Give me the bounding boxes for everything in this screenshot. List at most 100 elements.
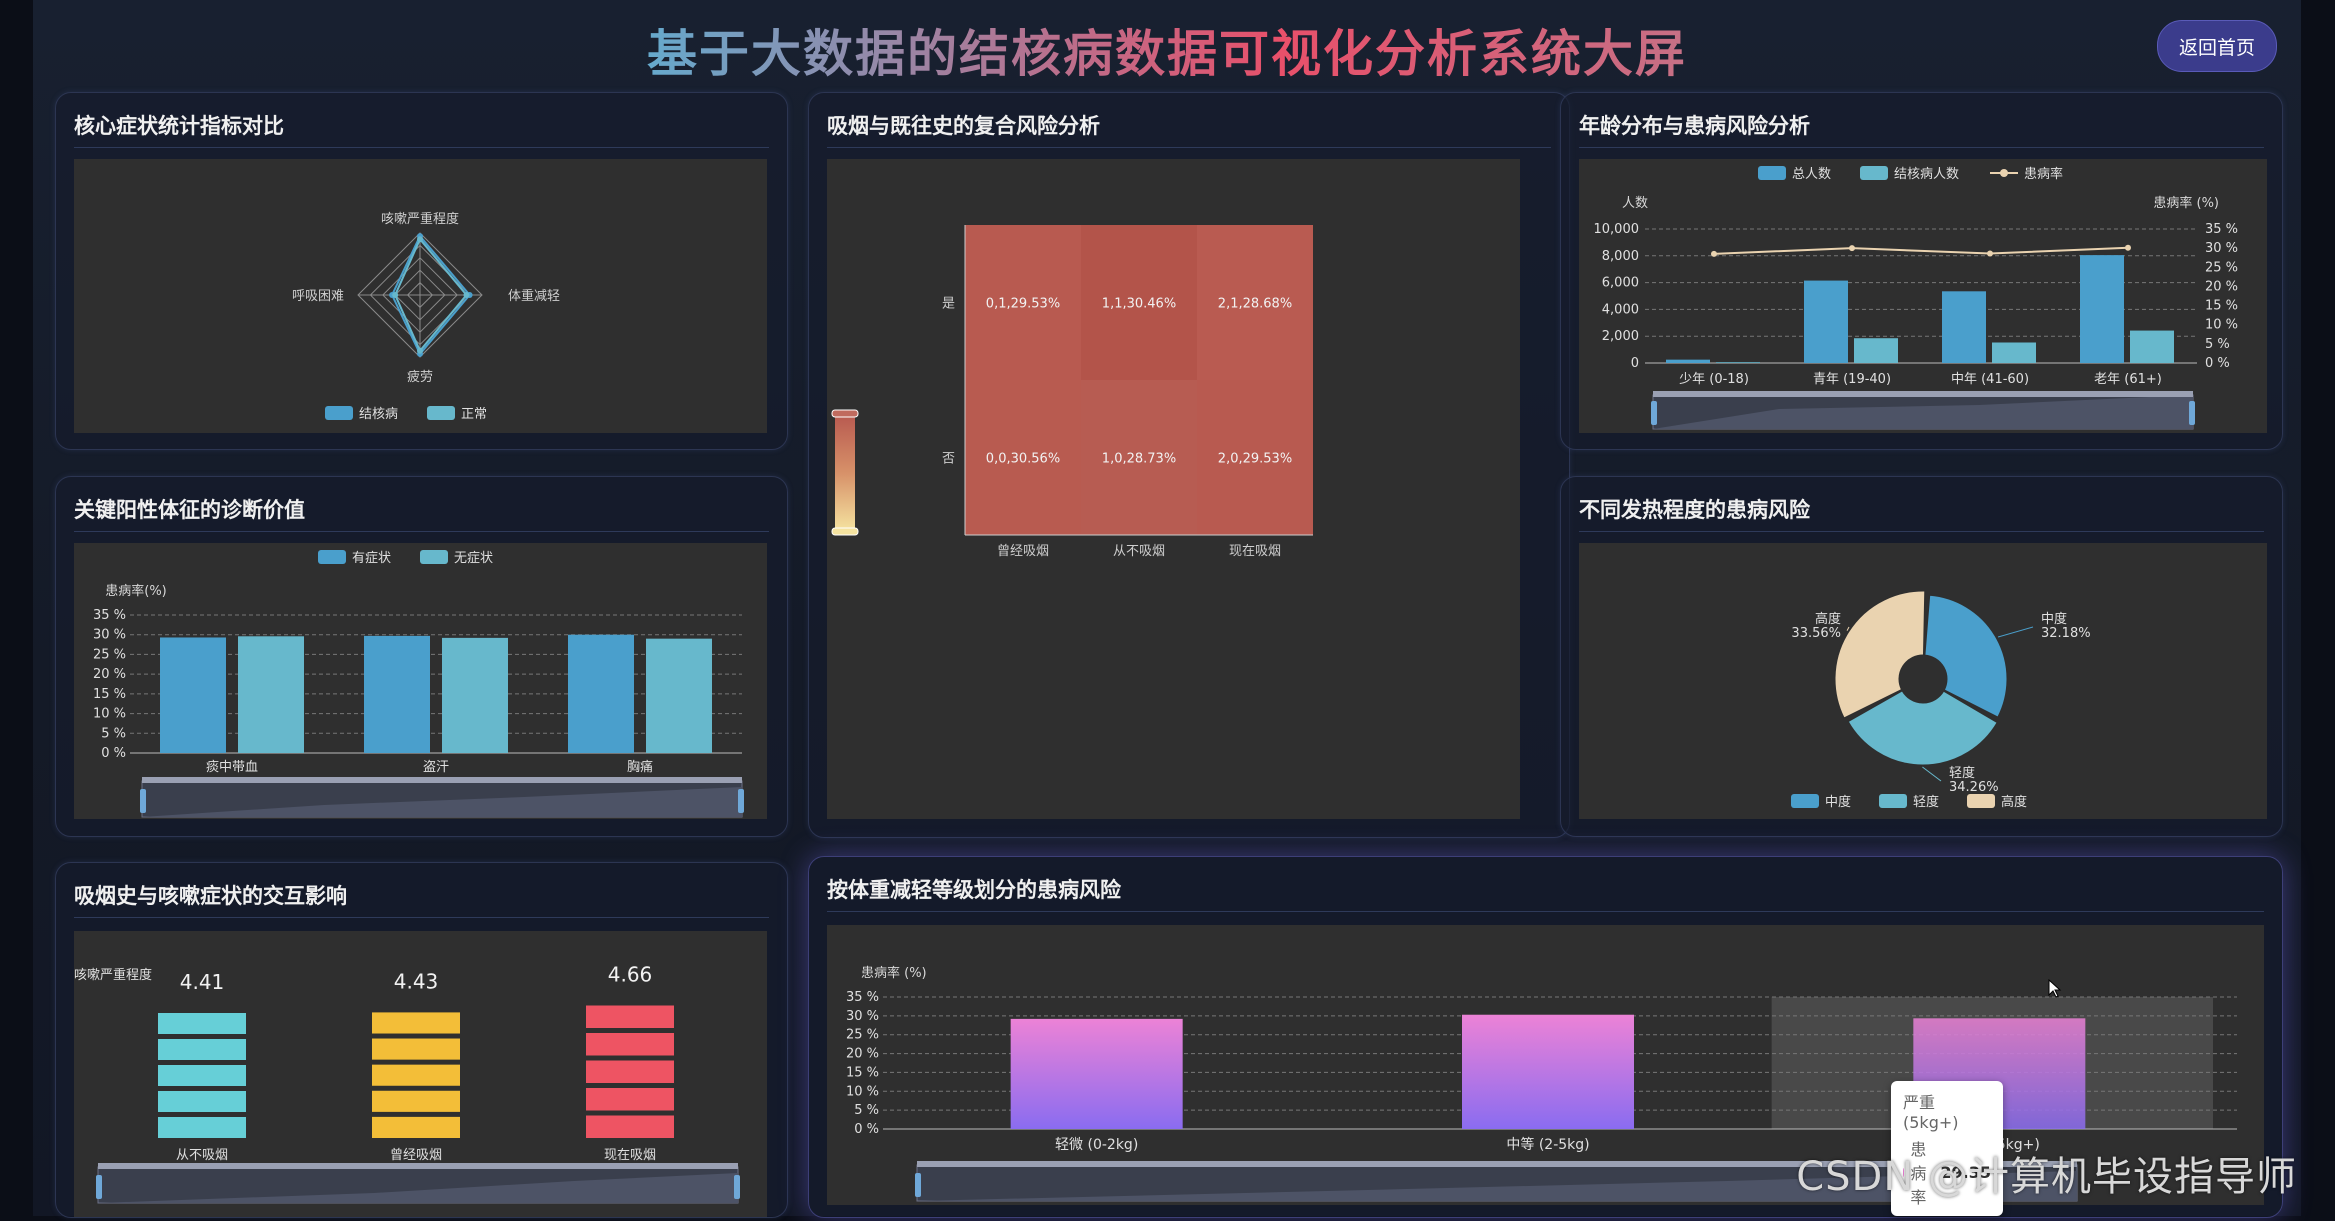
visual-map-handle-bottom (831, 527, 859, 536)
x-tick: 中等 (2-5kg) (1506, 1136, 1589, 1153)
page-title: 基于大数据的结核病数据可视化分析系统大屏 (33, 14, 2301, 86)
legend-marker (325, 406, 353, 420)
pie-label-name: 中度 (2041, 611, 2067, 627)
datazoom-handle-left (140, 789, 146, 813)
panel-smoking: 吸烟史与咳嗽症状的交互影响 咳嗽严重程度 4.41 从不吸烟 4.43 曾经吸烟 4.66… (55, 862, 788, 1218)
legend-label: 有症状 (352, 551, 391, 566)
radar-indicator-label: 咳嗽严重程度 (381, 211, 459, 227)
legend-marker (1860, 166, 1888, 180)
age-chart-area: 总人数 结核病人数 患病率 人数 患病率 (%) 10,000 8,000 6,000 4,00… (1579, 159, 2267, 433)
bar-tb (2130, 330, 2174, 363)
heatmap-x-label: 从不吸烟 (1113, 544, 1165, 559)
dashboard-screen: 基于大数据的结核病数据可视化分析系统大屏 返回首页 核心症状统计指标对比 咳嗽严… (33, 0, 2301, 1218)
y-tick: 20 % (93, 667, 126, 682)
pie-label-name: 轻度 (1949, 765, 1975, 781)
back-home-button[interactable]: 返回首页 (2157, 20, 2277, 72)
y-tick: 10 % (93, 707, 126, 722)
legend-label: 无症状 (454, 551, 493, 566)
x-tick: 少年 (0-18) (1679, 372, 1749, 387)
y-tick-right: 10 % (2205, 318, 2238, 333)
stack-segment (586, 1005, 674, 1028)
panel-age: 年龄分布与患病风险分析 总人数 结核病人数 患病率 人数 患病率 (%) 10,000 8,… (1560, 92, 2283, 450)
age-chart[interactable]: 总人数 结核病人数 患病率人数 患病率 (%) 10,000 8,000 6,000 4,00… (1579, 159, 2267, 433)
y-tick-left: 0 (1631, 356, 1639, 371)
x-tick: 老年 (61+) (2094, 372, 2162, 387)
pie-slice-高度 (1834, 590, 1926, 719)
y-tick: 30 % (846, 1009, 879, 1024)
stack-segment (158, 1013, 246, 1034)
y-tick: 30 % (93, 628, 126, 643)
fever-chart[interactable]: 中度32.18%轻度34.26%高度33.56%中度 轻度 高度 (1579, 543, 2267, 819)
legend-marker (427, 406, 455, 420)
x-tick: 轻微 (0-2kg) (1055, 1137, 1138, 1153)
heatmap-cell-label: 2,0,29.53% (1218, 452, 1292, 467)
stack-segment (158, 1039, 246, 1060)
stack-segment (372, 1064, 460, 1086)
pie-label-line (1846, 626, 1850, 631)
y-axis-label-right: 患病率 (%) (2153, 195, 2219, 211)
y-tick-right: 35 % (2205, 222, 2238, 237)
stack-segment (372, 1038, 460, 1060)
panel-title: 核心症状统计指标对比 (74, 111, 769, 148)
y-tick: 10 % (846, 1084, 879, 1099)
pie-label-value: 32.18% (2041, 626, 2091, 641)
mouse-cursor-icon (2048, 979, 2062, 998)
smoking-chart[interactable]: 咳嗽严重程度 4.41 从不吸烟 4.43 曾经吸烟 4.66 现在吸烟 (74, 931, 767, 1217)
rate-line (1713, 246, 2129, 255)
heatmap-x-label: 现在吸烟 (1229, 544, 1281, 559)
y-tick-left: 2,000 (1602, 329, 1639, 344)
radar-point (417, 347, 423, 354)
legend-label: 总人数 (1792, 167, 1831, 182)
legend-label: 正常 (461, 407, 487, 422)
y-tick: 25 % (93, 647, 126, 662)
panel-title: 按体重减轻等级划分的患病风险 (827, 875, 2264, 912)
y-tick: 35 % (846, 990, 879, 1005)
stack-segment (158, 1091, 246, 1112)
bar-tb (1716, 362, 1760, 363)
heatmap-x-label: 曾经吸烟 (997, 544, 1049, 559)
datazoom-handle-right (738, 789, 744, 813)
heatmap-cell-label: 1,1,30.46% (1102, 297, 1176, 312)
x-tick: 盗汗 (423, 759, 449, 775)
watermark: CSDN @计算机毕设指导师 (1796, 1154, 2297, 1200)
visual-map-handle-top (831, 409, 859, 418)
heatmap-chart[interactable]: 0,1,29.53% 1,1,30.46% 2,1,28.68% 0,0,30.56%… (827, 159, 1520, 819)
y-tick-right: 25 % (2205, 260, 2238, 275)
y-tick: 5 % (854, 1103, 879, 1118)
bar-total (1942, 291, 1986, 363)
rate-point (1849, 245, 1855, 252)
panel-title: 吸烟史与咳嗽症状的交互影响 (74, 881, 769, 918)
rate-point (1711, 250, 1717, 257)
y-tick-left: 6,000 (1602, 276, 1639, 291)
legend-label: 结核病人数 (1894, 167, 1959, 182)
panel-fever: 不同发热程度的患病风险 中度 32.18% 轻度 34.26% 高度 33.56% 中度 轻度… (1560, 476, 2283, 837)
pie-label-value: 34.26% (1949, 780, 1999, 795)
pie-label-value: 33.56% (1791, 626, 1841, 641)
panel-heatmap: 吸烟与既往史的复合风险分析 0,1,29.53% 1,1,30.46% 2,1,28… (808, 92, 1570, 838)
bar-weight (1462, 1014, 1634, 1129)
y-tick: 15 % (93, 687, 126, 702)
pie-label-line (1997, 626, 2034, 638)
heatmap-cell-label: 1,0,28.73% (1102, 452, 1176, 467)
legend-label: 中度 (1825, 794, 1851, 810)
rate-point (2125, 244, 2131, 251)
heatmap-cell-label: 2,1,28.68% (1218, 297, 1292, 312)
y-axis-label: 患病率(%) (105, 583, 167, 599)
y-tick: 0 % (854, 1122, 879, 1137)
radar-chart[interactable]: 咳嗽严重程度体重减轻疲劳 呼吸困难结核病 正常 (74, 159, 767, 433)
heatmap-y-label: 否 (942, 452, 955, 467)
y-axis-label: 咳嗽严重程度 (74, 967, 152, 983)
y-tick-left: 4,000 (1602, 302, 1639, 317)
y-axis-label: 患病率 (%) (861, 965, 927, 981)
radar-point (392, 292, 399, 298)
stack-segment (372, 1090, 460, 1112)
datazoom-top-bar (1653, 391, 2193, 397)
x-tick: 现在吸烟 (604, 1148, 656, 1163)
stack-segment (586, 1033, 674, 1056)
panel-title: 吸烟与既往史的复合风险分析 (827, 111, 1551, 148)
bar-with-symptom (364, 635, 430, 753)
signs-chart[interactable]: 有症状 无症状患病率(%) 35 % 30 % 25 % 20 % 15 % 10 % 5 % 0… (74, 543, 767, 819)
y-tick-right: 30 % (2205, 241, 2238, 256)
legend-marker (1967, 794, 1995, 808)
legend-marker (1879, 794, 1907, 808)
